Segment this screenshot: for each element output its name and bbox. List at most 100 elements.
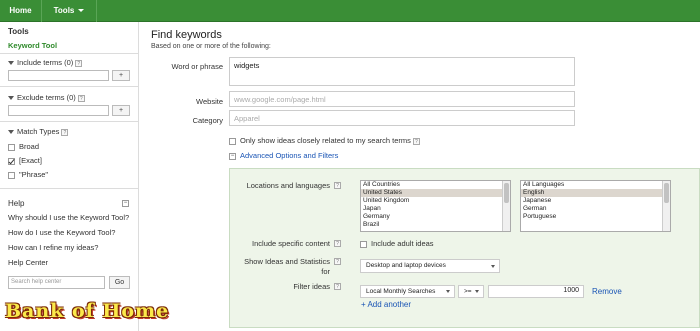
advanced-options-label: Advanced Options and Filters (240, 151, 339, 160)
include-terms-input[interactable] (8, 70, 109, 81)
match-types-label: Match Types (17, 127, 60, 136)
divider (0, 121, 139, 122)
help-icon[interactable]: ? (61, 128, 69, 136)
only-show-label: Only show ideas closely related to my se… (240, 136, 411, 145)
page-title: Find keywords (151, 29, 222, 41)
exclude-add-button[interactable]: + (112, 105, 130, 116)
list-option[interactable]: All Countries (361, 181, 510, 189)
watermark-logo: Bank of Home (5, 300, 170, 322)
checkbox-checked[interactable] (8, 157, 15, 165)
help-link[interactable]: Why should I use the Keyword Tool? (8, 213, 129, 222)
only-show-option[interactable]: Only show ideas closely related to my se… (229, 136, 420, 145)
sidebar: Tools Keyword Tool Include terms (0)? + … (0, 22, 139, 331)
include-adult-option[interactable]: Include adult ideas (360, 239, 434, 248)
include-add-button[interactable]: + (112, 70, 130, 81)
word-phrase-label: Word or phrase (171, 62, 223, 71)
chevron-down-icon (78, 9, 85, 13)
list-option[interactable]: Japan (361, 205, 510, 213)
advanced-options-panel: Locations and languages ? All Countries U… (229, 168, 700, 328)
divider (0, 53, 139, 54)
category-label: Category (192, 116, 223, 125)
page-subtitle: Based on one or more of the following: (151, 43, 271, 50)
list-option[interactable]: German (521, 205, 670, 213)
list-option[interactable]: Brazil (361, 221, 510, 229)
remove-filter-link[interactable]: Remove (592, 287, 622, 296)
checkbox[interactable] (229, 137, 236, 145)
help-link[interactable]: How can I refine my ideas? (8, 243, 98, 252)
include-adult-label: Include adult ideas (371, 239, 434, 248)
triangle-down-icon (8, 96, 14, 101)
checkbox[interactable] (8, 143, 15, 151)
list-option[interactable]: Japanese (521, 197, 670, 205)
triangle-down-icon (8, 61, 14, 66)
chevron-down-icon (446, 290, 450, 293)
help-title: Help (8, 199, 25, 208)
filter-metric-select[interactable]: Local Monthly Searches (360, 285, 455, 298)
chevron-down-icon (491, 265, 495, 268)
top-nav: Home Tools (0, 0, 700, 22)
match-type-exact[interactable]: [Exact] (8, 156, 42, 165)
nav-home-tab[interactable]: Home (0, 0, 42, 22)
list-option[interactable]: United States (361, 189, 510, 197)
checkbox[interactable] (360, 240, 367, 248)
help-icon[interactable]: ? (334, 240, 341, 247)
scrollbar[interactable] (662, 181, 670, 231)
include-terms-label: Include terms (0) (17, 58, 74, 67)
filter-ideas-label: Filter ideas (293, 282, 330, 291)
locations-listbox[interactable]: All Countries United States United Kingdom… (360, 180, 511, 232)
include-content-label: Include specific content (252, 239, 330, 248)
languages-listbox[interactable]: All Languages English Japanese German Portug… (520, 180, 671, 232)
list-option[interactable]: United Kingdom (361, 197, 510, 205)
website-label: Website (196, 97, 223, 106)
exclude-terms-input[interactable] (8, 105, 109, 116)
list-option[interactable]: Portuguese (521, 213, 670, 221)
scrollbar[interactable] (502, 181, 510, 231)
match-type-label: Broad (19, 142, 40, 151)
nav-tools-label: Tools (53, 6, 75, 15)
filter-operator-select[interactable]: >= (458, 285, 484, 298)
include-terms-header[interactable]: Include terms (0)? (8, 58, 83, 67)
list-option[interactable]: Germany (361, 213, 510, 221)
help-search-input[interactable]: Search help center (8, 276, 105, 289)
help-icon[interactable]: ? (412, 137, 420, 145)
divider (0, 86, 139, 87)
devices-select[interactable]: Desktop and laptop devices (360, 259, 500, 273)
match-types-header[interactable]: Match Types? (8, 127, 69, 136)
filter-metric-value: Local Monthly Searches (366, 288, 436, 295)
sidebar-title: Tools (8, 27, 29, 36)
help-icon[interactable]: ? (334, 283, 341, 290)
minus-box-icon: − (229, 152, 236, 160)
help-link[interactable]: Help Center (8, 258, 48, 267)
minimize-icon[interactable]: − (122, 200, 129, 207)
filter-value-input[interactable]: 1000 (488, 285, 584, 298)
locations-label: Locations and languages (246, 181, 330, 190)
website-input[interactable]: www.google.com/page.html (229, 91, 575, 107)
exclude-terms-header[interactable]: Exclude terms (0)? (8, 93, 85, 102)
chevron-down-icon (475, 290, 479, 293)
help-go-button[interactable]: Go (109, 276, 130, 289)
divider (0, 188, 139, 189)
show-ideas-label: Show Ideas and Statistics for (244, 257, 330, 276)
category-input[interactable]: Apparel (229, 110, 575, 126)
filter-operator-value: >= (464, 288, 472, 295)
sidebar-item-keyword-tool[interactable]: Keyword Tool (8, 41, 57, 50)
checkbox[interactable] (8, 171, 15, 179)
nav-tools-menu[interactable]: Tools (42, 0, 97, 22)
triangle-down-icon (8, 130, 14, 135)
help-icon[interactable]: ? (334, 258, 341, 265)
match-type-broad[interactable]: Broad (8, 142, 39, 151)
add-another-filter-link[interactable]: + Add another (361, 300, 411, 309)
match-type-label: [Exact] (19, 156, 42, 165)
word-phrase-input[interactable]: widgets (229, 57, 575, 86)
list-option[interactable]: English (521, 189, 670, 197)
help-icon[interactable]: ? (334, 182, 341, 189)
help-icon[interactable]: ? (77, 94, 85, 102)
list-option[interactable]: All Languages (521, 181, 670, 189)
exclude-terms-label: Exclude terms (0) (17, 93, 76, 102)
match-type-label: "Phrase" (19, 170, 49, 179)
help-icon[interactable]: ? (75, 59, 83, 67)
advanced-options-toggle[interactable]: − Advanced Options and Filters (229, 151, 338, 160)
match-type-phrase[interactable]: "Phrase" (8, 170, 48, 179)
help-link[interactable]: How do I use the Keyword Tool? (8, 228, 115, 237)
devices-value: Desktop and laptop devices (366, 262, 446, 269)
